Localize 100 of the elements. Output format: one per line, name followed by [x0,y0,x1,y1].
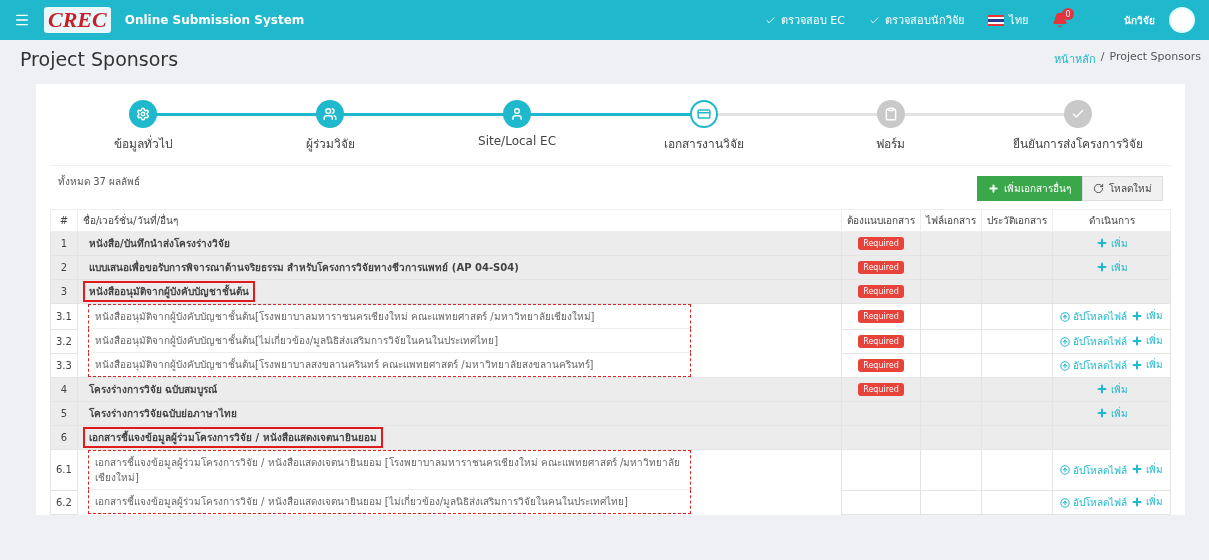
upload-icon [1060,311,1070,322]
plus-icon [1131,463,1143,476]
table-cell: 4 [50,377,78,402]
upload-link[interactable]: อัปโหลดไฟล์ [1060,495,1127,510]
plus-icon [1095,383,1108,396]
table-cell: 1 [50,231,78,256]
upload-link[interactable]: อัปโหลดไฟล์ [1060,334,1127,349]
upload-icon [1060,360,1070,371]
table-cell: 3 [50,279,78,304]
required-badge: Required [858,285,904,298]
column-header: ชื่อ/เวอร์ชั่น/วันที่/อื่นๆ [77,209,842,232]
add-link[interactable]: เพิ่ม [1095,381,1128,397]
column-header: ไฟล์เอกสาร [920,209,982,232]
flag-icon [988,14,1004,26]
plus-icon [1131,358,1143,371]
required-badge: Required [858,334,904,348]
table-cell: หนังสืออนุมัติจากผู้บังคับบัญชาชั้นต้น [82,281,255,302]
bell-icon[interactable] [1052,12,1068,28]
add-link[interactable]: เพิ่ม [1131,461,1163,477]
table-cell: เอกสารชี้แจงข้อมูลผู้ร่วมโครงการวิจัย / หนังสือแสดงเจตนายินยอม [ไม่เกี่ยวข้อง/มูลนิธิส่งเสริมการวิจัยในคนในประเทศไทย] [87,490,691,514]
plus-icon [1095,237,1108,250]
step-marker[interactable] [1063,100,1092,128]
table-cell-text: แบบเสนอเพื่อขอรับการพิจารณาด้านจริยธรรม สำหรับโครงการวิจัยทางชีวการแพทย์ (AP 04-S04) [87,259,520,275]
upload-icon [1060,336,1070,347]
card-icon [696,107,711,121]
table-cell: 6.1 [50,449,78,490]
gear-icon [136,107,151,121]
table-cell: 6.2 [50,490,78,514]
clipboard-icon [883,107,898,121]
reload-icon [1093,183,1104,194]
upload-icon [1060,497,1070,508]
logo: CREC [44,7,111,33]
column-header: ต้องแนบเอกสาร [841,209,921,232]
breadcrumb-link[interactable]: หน้าหลัก [1053,50,1096,68]
check-icon [1070,107,1085,121]
step-label[interactable]: ยืนยันการส่งโครงการวิจัย [1012,134,1143,153]
required-badge: Required [858,261,904,274]
column-header: # [50,209,78,232]
add-link[interactable]: เพิ่ม [1131,357,1163,373]
check-icon [764,14,776,26]
step-marker[interactable] [503,100,532,128]
step-marker[interactable] [876,100,905,128]
table-cell-text: หนังสือ/บันทึกนำส่งโครงร่างวิจัย [87,237,231,251]
table-cell-text: โครงร่างการวิจัยฉบับย่อภาษาไทย [87,406,238,421]
required-badge: Required [858,309,904,323]
step-label[interactable]: ข้อมูลทั่วไป [113,134,173,153]
add-link[interactable]: เพิ่ม [1095,259,1128,275]
table-cell: 6 [50,425,78,450]
table-cell: 3.3 [50,353,78,378]
table-cell: 3.2 [50,329,78,353]
table-cell: หนังสืออนุมัติจากผู้บังคับบัญชาชั้นต้น[โรงพยาบาลสงขลานครินทร์ คณะแพทยศาสตร์ /มหาวิทยาลัยสงขลานครินทร์] [87,353,691,377]
table-cell: เอกสารชี้แจงข้อมูลผู้ร่วมโครงการวิจัย / หนังสือแสดงเจตนายินยอม [82,427,383,448]
step-label[interactable]: Site/Local EC [478,134,557,148]
nav-link[interactable]: ตรวจสอบ EC [764,11,845,29]
plus-icon [1095,261,1108,274]
table-cell-text: โครงร่างการวิจัย ฉบับสมบูรณ์ [87,383,219,399]
required-badge: Required [858,358,904,372]
app-title: Online Submission System [124,13,305,27]
add-link[interactable]: เพิ่ม [1095,405,1128,421]
upload-link[interactable]: อัปโหลดไฟล์ [1060,358,1127,374]
add-link[interactable]: เพิ่ม [1131,308,1163,324]
add-link[interactable]: เพิ่ม [1131,333,1163,348]
add-link[interactable]: เพิ่ม [1131,494,1163,509]
language-link[interactable]: ไทย [988,11,1028,29]
plus-icon [1095,407,1108,420]
breadcrumb-separator: / [1100,50,1105,65]
user-role[interactable]: นักวิจัย [1124,12,1155,28]
step-label[interactable]: ผู้ร่วมวิจัย [305,134,355,153]
step-marker[interactable] [129,100,158,128]
column-header: ประวัติเอกสาร [981,209,1053,232]
page-title: Project Sponsors [20,48,179,70]
upload-link[interactable]: อัปโหลดไฟล์ [1060,309,1127,325]
users-icon [323,107,338,121]
step-label[interactable]: เอกสารงานวิจัย [663,134,744,153]
column-header: ดำเนินการ [1052,209,1171,232]
plus-icon [1131,495,1143,508]
menu-icon[interactable] [14,12,30,28]
user-icon [510,107,525,121]
upload-link[interactable]: อัปโหลดไฟล์ [1060,462,1127,478]
check-icon [869,14,880,26]
required-badge: Required [858,237,904,250]
plus-icon [1131,309,1143,322]
result-count: ทั้งหมด 37 ผลลัพธ์ [58,174,141,189]
table-cell: 5 [50,401,78,426]
plus-icon [1131,334,1143,347]
reload-button[interactable]: โหลดใหม่ [1082,176,1163,201]
table-cell: 3.1 [50,303,78,329]
plus-icon [988,183,999,194]
step-marker[interactable] [316,100,345,128]
add-link[interactable]: เพิ่ม [1095,235,1128,251]
upload-icon [1060,465,1070,476]
step-marker[interactable] [689,100,718,128]
required-badge: Required [858,383,904,396]
add-document-button[interactable]: เพิ่มเอกสารอื่นๆ [977,176,1082,201]
avatar-icon[interactable] [1169,7,1195,33]
table-cell: 2 [50,255,78,280]
nav-link[interactable]: ตรวจสอบนักวิจัย [869,11,964,29]
breadcrumb-link[interactable]: Project Sponsors [1109,50,1201,68]
step-label[interactable]: ฟอร์ม [876,134,906,153]
notification-count: 0 [1062,8,1074,20]
